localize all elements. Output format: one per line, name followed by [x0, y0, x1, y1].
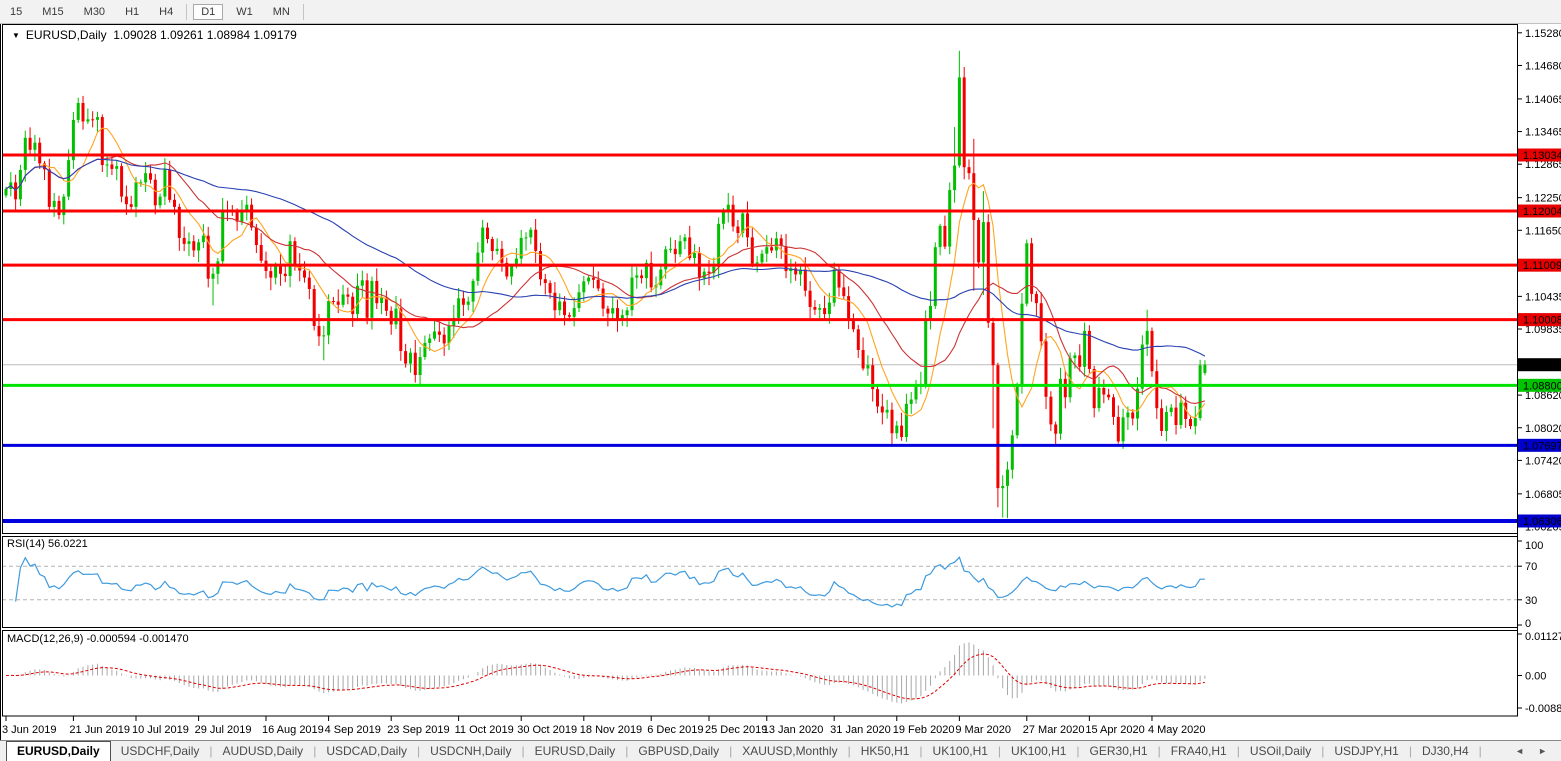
chart-tab-bar: EURUSD,Daily USDCHF,Daily | AUDUSD,Daily | US… [0, 740, 1561, 761]
tab-hk50-h1[interactable]: HK50,H1 [851, 741, 920, 761]
svg-text:1.13034: 1.13034 [1523, 150, 1561, 162]
svg-text:1.08800: 1.08800 [1523, 380, 1561, 392]
date-label: 6 Dec 2019 [647, 724, 703, 736]
macd-indicator-label: MACD(12,26,9) -0.000594 -0.001470 [7, 633, 189, 645]
tab-eurusd-daily[interactable]: EURUSD,Daily [6, 741, 111, 761]
date-label: 30 Oct 2019 [517, 724, 577, 736]
date-label: 31 Jan 2020 [830, 724, 891, 736]
date-label: 16 Aug 2019 [262, 724, 324, 736]
toolbar-separator [186, 3, 188, 20]
svg-text:100: 100 [1525, 540, 1543, 552]
date-label: 27 Mar 2020 [1023, 724, 1085, 736]
tab-usdjpy-h1[interactable]: USDJPY,H1 [1324, 741, 1408, 761]
svg-text:1.09179: 1.09179 [1523, 360, 1561, 372]
chart-window[interactable]: 1.15280 1.14680 1.14065 1.13465 1.12865 1.122… [0, 24, 1561, 740]
svg-text:30: 30 [1525, 595, 1537, 607]
timeframe-button-d1[interactable]: D1 [193, 3, 224, 20]
svg-text:0.011277: 0.011277 [1525, 631, 1561, 643]
rsi-indicator-label: RSI(14) 56.0221 [7, 538, 88, 550]
date-label: 11 Oct 2019 [455, 724, 514, 736]
timeframe-button-m30[interactable]: M30 [77, 4, 112, 20]
trading-terminal: 15 M15 M30 H1 H4 D1 W1 MN 1.15280 1.14680 1.14065… [0, 0, 1561, 761]
tab-gbpusd-daily[interactable]: GBPUSD,Daily [628, 741, 729, 761]
tab-usoil-daily[interactable]: USOil,Daily [1240, 741, 1321, 761]
tab-scroll-controls: ◄ ► [1515, 746, 1561, 756]
svg-text:1.06306: 1.06306 [1523, 516, 1561, 528]
tab-separator: | [1478, 744, 1482, 758]
svg-text:1.12004: 1.12004 [1523, 206, 1561, 218]
tab-dj30-h4[interactable]: DJ30,H4 [1412, 741, 1479, 761]
tab-uk100-h1[interactable]: UK100,H1 [923, 741, 998, 761]
tab-xauusd-monthly[interactable]: XAUUSD,Monthly [732, 741, 847, 761]
svg-text:0.00: 0.00 [1525, 670, 1546, 682]
svg-text:1.13465: 1.13465 [1525, 127, 1561, 139]
tab-ger30-h1[interactable]: GER30,H1 [1080, 741, 1158, 761]
svg-text:1.14065: 1.14065 [1525, 94, 1561, 106]
svg-text:1.12250: 1.12250 [1525, 193, 1561, 205]
date-label: 29 Jul 2019 [195, 724, 252, 736]
tab-usdchf-daily[interactable]: USDCHF,Daily [111, 741, 210, 761]
timeframe-button-15[interactable]: 15 [3, 4, 29, 20]
date-label: 15 Apr 2020 [1085, 724, 1144, 736]
tab-eurusd-daily[interactable]: EURUSD,Daily [525, 741, 626, 761]
chart-title: ▼ EURUSD,Daily 1.09028 1.09261 1.08984 1.… [8, 28, 297, 42]
timeframe-button-h1[interactable]: H1 [118, 4, 146, 20]
date-label: 19 Feb 2020 [893, 724, 955, 736]
svg-text:1.08020: 1.08020 [1525, 423, 1561, 435]
date-label: 25 Dec 2019 [705, 724, 767, 736]
date-label: 21 Jun 2019 [69, 724, 130, 736]
tab-usdcnh-daily[interactable]: USDCNH,Daily [420, 741, 521, 761]
chart-ohlc-values: 1.09028 1.09261 1.08984 1.09179 [113, 28, 297, 42]
svg-text:1.11650: 1.11650 [1525, 225, 1561, 237]
svg-text:1.14680: 1.14680 [1525, 60, 1561, 72]
tab-uk100-h1[interactable]: UK100,H1 [1001, 741, 1076, 761]
svg-text:1.10008: 1.10008 [1523, 315, 1561, 327]
svg-text:1.07420: 1.07420 [1525, 455, 1561, 467]
svg-text:1.06805: 1.06805 [1525, 489, 1561, 501]
date-label: 18 Nov 2019 [580, 724, 642, 736]
timeframe-button-mn[interactable]: MN [266, 4, 297, 20]
toolbar-separator [302, 3, 304, 20]
date-label: 3 Jun 2019 [2, 724, 56, 736]
chart-dropdown-icon[interactable]: ▼ [12, 31, 20, 40]
date-label: 23 Sep 2019 [387, 724, 449, 736]
chart-symbol: EURUSD,Daily [25, 28, 107, 42]
tab-usdcad-daily[interactable]: USDCAD,Daily [316, 741, 417, 761]
svg-text:1.15280: 1.15280 [1525, 28, 1561, 40]
timeframe-toolbar: 15 M15 M30 H1 H4 D1 W1 MN [0, 0, 1561, 24]
svg-text:0: 0 [1525, 618, 1531, 630]
date-label: 4 Sep 2019 [325, 724, 381, 736]
price-chart-canvas[interactable]: 1.152801.146801.140651.134651.128651.122… [0, 24, 1561, 740]
chart-background [0, 24, 1561, 740]
timeframe-button-h4[interactable]: H4 [152, 4, 180, 20]
tab-scroll-left-icon[interactable]: ◄ [1515, 746, 1524, 756]
timeframe-button-m15[interactable]: M15 [35, 4, 70, 20]
date-label: 13 Jan 2020 [763, 724, 824, 736]
svg-text:70: 70 [1525, 561, 1537, 573]
svg-text:1.07697: 1.07697 [1523, 440, 1561, 452]
tab-fra40-h1[interactable]: FRA40,H1 [1161, 741, 1237, 761]
tab-audusd-daily[interactable]: AUDUSD,Daily [213, 741, 314, 761]
svg-text:-0.008845: -0.008845 [1525, 703, 1561, 715]
date-label: 10 Jul 2019 [132, 724, 189, 736]
svg-text:1.10435: 1.10435 [1525, 291, 1561, 303]
svg-text:1.11009: 1.11009 [1523, 260, 1561, 272]
timeframe-button-w1[interactable]: W1 [229, 4, 260, 20]
tab-scroll-right-icon[interactable]: ► [1538, 746, 1547, 756]
date-label: 4 May 2020 [1148, 724, 1205, 736]
date-label: 9 Mar 2020 [955, 724, 1011, 736]
